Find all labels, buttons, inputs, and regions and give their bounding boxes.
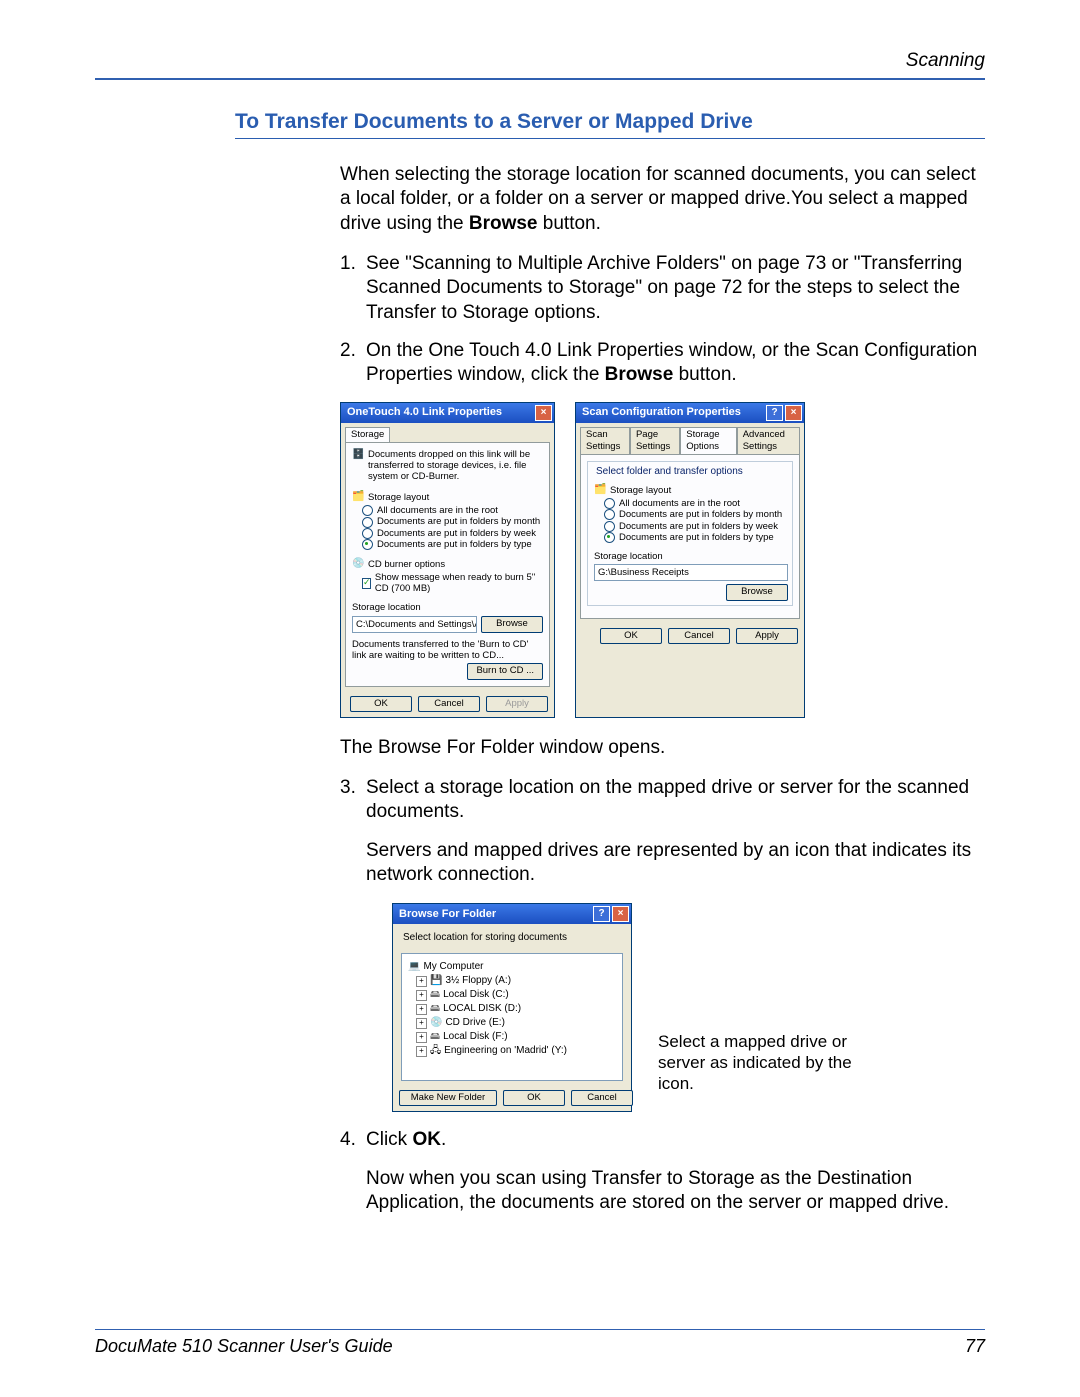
- footer-guide-title: DocuMate 510 Scanner User's Guide: [95, 1336, 393, 1357]
- cd-transfer-note: Documents transferred to the 'Burn to CD…: [352, 639, 543, 662]
- tab-storage-options[interactable]: Storage Options: [680, 427, 736, 454]
- storage-icon: 🗄️: [352, 449, 364, 461]
- step-3-note: Servers and mapped drives are represente…: [366, 839, 985, 888]
- step-4-note: Now when you scan using Transfer to Stor…: [366, 1167, 985, 1216]
- tree-my-computer[interactable]: 💻My Computer: [408, 960, 616, 974]
- radio-week[interactable]: Documents are put in folders by week: [352, 528, 543, 539]
- burn-to-cd-button[interactable]: Burn to CD ...: [467, 663, 543, 679]
- layout-icon: 🗂️: [594, 484, 606, 496]
- dlg2-titlebar[interactable]: Scan Configuration Properties ? ×: [576, 403, 804, 423]
- expand-icon[interactable]: +: [416, 976, 427, 987]
- tree-disk-f[interactable]: +🖴Local Disk (F:): [408, 1030, 616, 1044]
- group-legend: Select folder and transfer options: [594, 466, 745, 479]
- tab-advanced-settings[interactable]: Advanced Settings: [737, 427, 800, 454]
- radio-week[interactable]: Documents are put in folders by week: [594, 521, 788, 532]
- section-title: To Transfer Documents to a Server or Map…: [235, 110, 985, 139]
- step-2: 2. On the One Touch 4.0 Link Properties …: [340, 339, 985, 388]
- harddrive-icon: 🖴: [430, 988, 440, 1002]
- expand-icon[interactable]: +: [416, 990, 427, 1001]
- tree-disk-c[interactable]: +🖴Local Disk (C:): [408, 988, 616, 1002]
- tree-disk-d[interactable]: +🖴LOCAL DISK (D:): [408, 1002, 616, 1016]
- harddrive-icon: 🖴: [430, 1002, 440, 1016]
- make-new-folder-button[interactable]: Make New Folder: [399, 1090, 497, 1106]
- callout-text: Select a mapped drive or server as indic…: [658, 1031, 878, 1095]
- network-drive-icon: 🖧: [430, 1044, 441, 1058]
- floppy-icon: 💾: [430, 974, 442, 988]
- dlg1-titlebar[interactable]: OneTouch 4.0 Link Properties ×: [341, 403, 554, 423]
- tab-page-settings[interactable]: Page Settings: [630, 427, 680, 454]
- apply-button[interactable]: Apply: [486, 696, 548, 712]
- expand-icon[interactable]: +: [416, 1046, 427, 1057]
- bff-prompt: Select location for storing documents: [393, 924, 631, 949]
- radio-type[interactable]: Documents are put in folders by type: [594, 532, 788, 543]
- onetouch-link-properties-dialog: OneTouch 4.0 Link Properties × Storage 🗄…: [340, 402, 555, 718]
- ok-button[interactable]: OK: [503, 1090, 565, 1106]
- apply-button[interactable]: Apply: [736, 628, 798, 644]
- radio-month[interactable]: Documents are put in folders by month: [594, 509, 788, 520]
- footer-rule: [95, 1329, 985, 1331]
- tree-network-y[interactable]: +🖧Engineering on 'Madrid' (Y:): [408, 1044, 616, 1058]
- computer-icon: 💻: [408, 960, 420, 974]
- storage-location-field[interactable]: G:\Business Receipts: [594, 564, 788, 581]
- radio-root[interactable]: All documents are in the root: [594, 498, 788, 509]
- radio-root[interactable]: All documents are in the root: [352, 505, 543, 516]
- help-icon[interactable]: ?: [766, 405, 783, 421]
- step-4: 4. Click OK.: [340, 1128, 985, 1152]
- cd-icon: 💿: [430, 1016, 442, 1030]
- browse-button[interactable]: Browse: [481, 616, 543, 633]
- browse-for-folder-dialog: Browse For Folder ? × Select location fo…: [392, 903, 632, 1112]
- dlg3-titlebar[interactable]: Browse For Folder ? ×: [393, 904, 631, 924]
- expand-icon[interactable]: +: [416, 1004, 427, 1015]
- tree-cd-e[interactable]: +💿CD Drive (E:): [408, 1016, 616, 1030]
- page-header-label: Scanning: [95, 50, 985, 72]
- harddrive-icon: 🖴: [430, 1030, 440, 1044]
- tree-floppy-a[interactable]: +💾3½ Floppy (A:): [408, 974, 616, 988]
- after-figures-text: The Browse For Folder window opens.: [340, 736, 985, 760]
- step-1: 1. See "Scanning to Multiple Archive Fol…: [340, 252, 985, 325]
- check-cd-msg[interactable]: Show message when ready to burn 5'' CD (…: [352, 572, 543, 595]
- header-rule: [95, 78, 985, 80]
- cd-icon: 💿: [352, 558, 364, 570]
- expand-icon[interactable]: +: [416, 1032, 427, 1043]
- close-icon[interactable]: ×: [612, 906, 629, 922]
- ok-button[interactable]: OK: [600, 628, 662, 644]
- radio-month[interactable]: Documents are put in folders by month: [352, 516, 543, 527]
- cancel-button[interactable]: Cancel: [668, 628, 730, 644]
- storage-location-label: Storage location: [352, 602, 543, 614]
- close-icon[interactable]: ×: [535, 405, 552, 421]
- browse-button[interactable]: Browse: [726, 584, 788, 600]
- scan-config-properties-dialog: Scan Configuration Properties ? × Scan S…: [575, 402, 805, 718]
- storage-location-label: Storage location: [594, 551, 788, 563]
- intro-paragraph: When selecting the storage location for …: [340, 163, 985, 236]
- layout-icon: 🗂️: [352, 491, 364, 503]
- close-icon[interactable]: ×: [785, 405, 802, 421]
- cancel-button[interactable]: Cancel: [571, 1090, 633, 1106]
- radio-type[interactable]: Documents are put in folders by type: [352, 539, 543, 550]
- expand-icon[interactable]: +: [416, 1018, 427, 1029]
- tab-storage[interactable]: Storage: [345, 427, 390, 442]
- ok-button[interactable]: OK: [350, 696, 412, 712]
- storage-location-field[interactable]: C:\Documents and Settings\Administrator\…: [352, 616, 477, 633]
- step-3: 3. Select a storage location on the mapp…: [340, 776, 985, 825]
- tab-scan-settings[interactable]: Scan Settings: [580, 427, 630, 454]
- page-number: 77: [965, 1336, 985, 1357]
- cancel-button[interactable]: Cancel: [418, 696, 480, 712]
- help-icon[interactable]: ?: [593, 906, 610, 922]
